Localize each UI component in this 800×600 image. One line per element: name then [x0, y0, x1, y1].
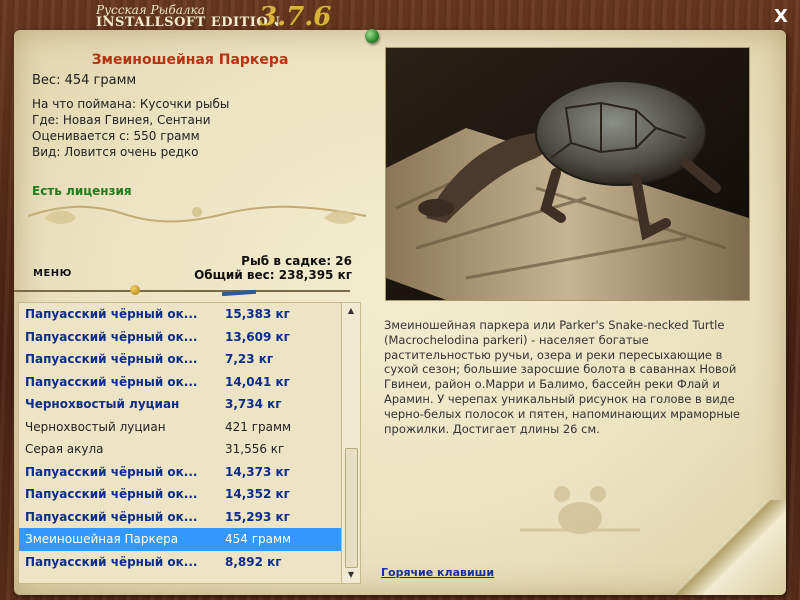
list-item-weight: 14,041 кг	[225, 374, 290, 389]
list-item-weight: 15,293 кг	[225, 509, 290, 524]
list-item[interactable]: Папуасский чёрный ок... 14,373 кг	[19, 461, 341, 484]
scroll-down-icon[interactable]: ▼	[342, 567, 360, 583]
fish-count: Рыб в садке: 26	[241, 254, 352, 268]
list-item[interactable]: Папуасский чёрный ок... 14,041 кг	[19, 371, 341, 394]
app-title-line2: INSTALLSOFT EDITION	[96, 15, 281, 30]
list-item-name: Змеиношейная Паркера	[25, 532, 179, 546]
list-item-name: Папуасский чёрный ок...	[25, 464, 198, 479]
list-item-weight: 14,373 кг	[225, 464, 290, 479]
caught-on-text: На что поймана: Кусочки рыбы	[32, 97, 230, 111]
list-item-name: Папуасский чёрный ок...	[25, 352, 198, 366]
list-item-name: Серая акула	[25, 442, 104, 456]
list-item-name: Папуасский чёрный ок...	[25, 329, 198, 344]
hotkeys-link[interactable]: Горячие клавиши	[381, 566, 494, 579]
list-item-name: Чернохвостый луциан	[25, 397, 180, 411]
close-button[interactable]: X	[770, 6, 792, 28]
stamp-watermark	[520, 486, 640, 534]
species-description: Змеиношейная паркера или Parker's Snake-…	[384, 318, 740, 436]
list-item[interactable]: Папуасский чёрный ок... 7,23 кг	[19, 348, 341, 371]
app-version: 3.7.6	[259, 2, 332, 32]
list-item-weight: 14,352 кг	[225, 487, 290, 501]
list-item-name: Папуасский чёрный ок...	[25, 374, 198, 389]
list-item[interactable]: Папуасский чёрный ок... 8,892 кг	[19, 551, 341, 574]
list-item[interactable]: Папуасский чёрный ок... 13,609 кг	[19, 326, 341, 349]
list-item-weight: 13,609 кг	[225, 329, 290, 344]
scroll-thumb[interactable]	[345, 448, 358, 568]
list-item[interactable]: Серая акула 31,556 кг	[19, 438, 341, 461]
fish-name: Змеиношейная Паркера	[91, 52, 289, 68]
list-item-weight: 3,734 кг	[225, 397, 282, 411]
list-item-name: Папуасский чёрный ок...	[25, 307, 198, 321]
scroll-up-icon[interactable]: ▲	[342, 303, 360, 319]
ornament-divider	[27, 205, 367, 224]
license-status: Есть лицензия	[32, 184, 132, 198]
list-item-weight: 421 грамм	[225, 419, 292, 434]
list-item[interactable]: Папуасский чёрный ок... 14,352 кг	[19, 483, 341, 506]
turtle-photo	[386, 48, 749, 300]
rod-decoration	[14, 290, 350, 292]
list-item-weight: 15,383 кг	[225, 307, 290, 321]
list-item-weight: 31,556 кг	[225, 442, 285, 456]
total-weight: Общий вес: 238,395 кг	[194, 268, 352, 282]
keepnet-stats: Рыб в садке: 26 Общий вес: 238,395 кг	[194, 254, 352, 282]
fish-weight: Вес: 454 грамм	[32, 73, 137, 88]
list-item-name: Папуасский чёрный ок...	[25, 509, 198, 524]
title-bar: Русская Рыбалка INSTALLSOFT EDITION 3.7.…	[0, 0, 800, 34]
list-item-name: Чернохвостый луциан	[25, 419, 166, 434]
list-item-name: Папуасский чёрный ок...	[25, 487, 198, 501]
rarity-text: Вид: Ловится очень редко	[32, 145, 199, 159]
list-item[interactable]: Папуасский чёрный ок... 15,383 кг	[19, 303, 341, 326]
list-item[interactable]: Змеиношейная Паркера 454 грамм	[19, 528, 341, 551]
lure-icon	[130, 285, 140, 295]
list-item[interactable]: Чернохвостый луциан 421 грамм	[19, 416, 341, 439]
list-item-weight: 8,892 кг	[225, 554, 282, 569]
list-scrollbar[interactable]: ▲ ▼	[341, 302, 361, 584]
location-text: Где: Новая Гвинея, Сентани	[32, 113, 211, 127]
list-item-weight: 7,23 кг	[225, 352, 274, 366]
list-item-name: Папуасский чёрный ок...	[25, 554, 198, 569]
fish-info: На что поймана: Кусочки рыбы Где: Новая …	[32, 96, 229, 160]
page-curl	[666, 500, 786, 595]
value-text: Оценивается с: 550 грамм	[32, 129, 200, 143]
list-item-weight: 454 грамм	[225, 532, 292, 546]
list-item[interactable]: Чернохвостый луциан 3,734 кг	[19, 393, 341, 416]
menu-button[interactable]: МЕНЮ	[33, 268, 79, 281]
list-item[interactable]: Папуасский чёрный ок... 15,293 кг	[19, 506, 341, 529]
green-pin-icon	[365, 29, 379, 43]
catch-list[interactable]: Папуасский чёрный ок... 15,383 кг Папуасск…	[18, 302, 342, 584]
